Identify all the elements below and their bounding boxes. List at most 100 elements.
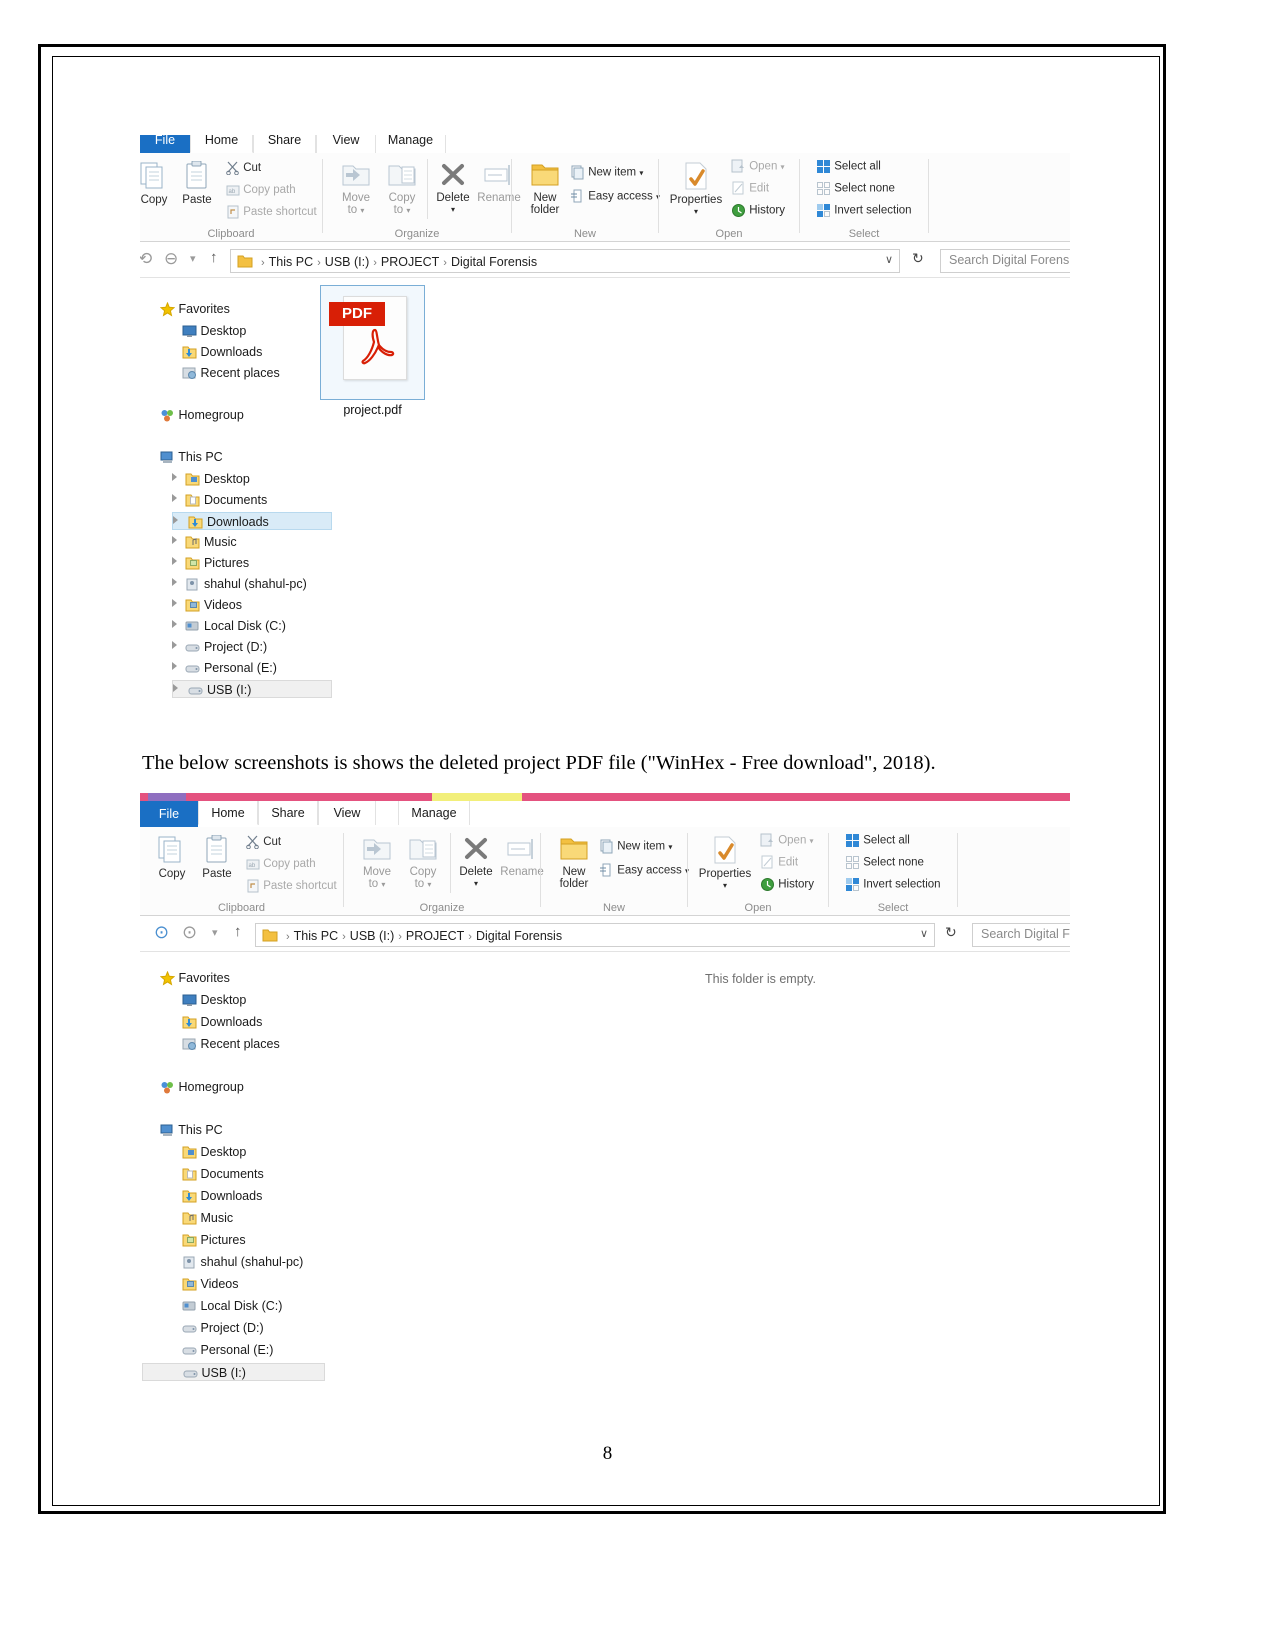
invert-selection-button[interactable]: Invert selection: [816, 203, 912, 218]
tab-share[interactable]: Share: [258, 801, 318, 825]
easy-access-button[interactable]: Easy access ▾: [599, 863, 689, 879]
navpane-homegroup[interactable]: Homegroup: [160, 406, 244, 424]
delete-button[interactable]: Delete ▾: [454, 835, 498, 890]
paste-button[interactable]: Paste: [174, 160, 220, 206]
copy-to-button[interactable]: Copy to ▾: [400, 835, 446, 891]
new-folder-button[interactable]: New folder: [522, 161, 568, 216]
copy-path-button[interactable]: ab Copy path: [246, 857, 316, 871]
tab-home[interactable]: Home: [190, 135, 253, 153]
move-to-button[interactable]: Move to ▾: [354, 835, 400, 891]
new-item-dropdown-icon[interactable]: ▾: [668, 843, 672, 852]
navpane-music[interactable]: Music: [172, 533, 237, 551]
open-dropdown-icon[interactable]: ▾: [781, 163, 785, 172]
history-button[interactable]: History: [760, 877, 814, 892]
navpane-favorites-downloads[interactable]: Downloads: [182, 343, 262, 361]
navpane-homegroup[interactable]: Homegroup: [160, 1078, 244, 1096]
navpane-usb-i[interactable]: USB (I:): [172, 680, 332, 698]
breadcrumb-item-2[interactable]: PROJECT: [381, 255, 439, 269]
navpane-shahul[interactable]: shahul (shahul-pc): [182, 1253, 303, 1271]
breadcrumb-item-1[interactable]: USB (I:): [325, 255, 369, 269]
properties-dropdown-icon[interactable]: ▾: [665, 206, 727, 218]
invert-selection-button[interactable]: Invert selection: [845, 877, 941, 892]
navpane-this-pc[interactable]: This PC: [160, 448, 223, 466]
breadcrumb-bar[interactable]: › This PC › USB (I:) › PROJECT › Digital Forens…: [255, 923, 935, 947]
paste-shortcut-button[interactable]: Paste shortcut: [226, 205, 317, 219]
up-arrow-icon[interactable]: ↑: [210, 249, 218, 266]
select-all-button[interactable]: Select all: [845, 833, 910, 848]
chevron-right-icon[interactable]: [172, 473, 177, 481]
search-input-bottom[interactable]: Search Digital Fo: [972, 923, 1070, 947]
navpane-pictures[interactable]: Pictures: [182, 1231, 246, 1249]
forward-arrow-icon[interactable]: ⊖: [164, 249, 178, 269]
navpane-project-d[interactable]: Project (D:): [172, 638, 267, 656]
navpane-downloads-selected[interactable]: Downloads: [172, 512, 332, 530]
open-button[interactable]: Open ▾: [731, 159, 785, 175]
delete-button[interactable]: Delete ▾: [431, 161, 475, 216]
delete-dropdown-icon[interactable]: ▾: [431, 204, 475, 216]
history-button[interactable]: History: [731, 203, 785, 218]
tab-manage[interactable]: Manage: [376, 135, 446, 153]
chevron-right-icon[interactable]: [172, 578, 177, 586]
breadcrumb-item-3[interactable]: Digital Forensis: [451, 255, 537, 269]
copy-to-button[interactable]: Copy to ▾: [379, 161, 425, 217]
chevron-right-icon[interactable]: [172, 641, 177, 649]
navpane-personal-e[interactable]: Personal (E:): [172, 659, 277, 677]
chevron-right-icon[interactable]: [172, 536, 177, 544]
breadcrumb-item-0[interactable]: This PC: [269, 255, 313, 269]
refresh-icon[interactable]: ↻: [912, 250, 924, 267]
open-button[interactable]: Open ▾: [760, 833, 814, 849]
copy-path-button[interactable]: ab Copy path: [226, 183, 296, 197]
chevron-down-icon[interactable]: ∨: [885, 253, 893, 266]
up-arrow-icon[interactable]: ↑: [234, 923, 242, 940]
chevron-right-icon[interactable]: [172, 494, 177, 502]
cut-button[interactable]: Cut: [246, 835, 281, 849]
navpane-favorites-recent-places[interactable]: Recent places: [182, 1035, 280, 1053]
tab-view[interactable]: View: [318, 801, 376, 825]
edit-button[interactable]: Edit: [731, 181, 769, 196]
refresh-icon[interactable]: ↻: [945, 924, 957, 941]
breadcrumb[interactable]: › This PC › USB (I:) › PROJECT › Digital Forens…: [257, 252, 537, 273]
chevron-right-icon[interactable]: [172, 662, 177, 670]
select-none-button[interactable]: Select none: [845, 855, 924, 870]
new-item-button[interactable]: New item ▾: [570, 165, 643, 181]
delete-dropdown-icon[interactable]: ▾: [454, 878, 498, 890]
navpane-usb-i-selected[interactable]: USB (I:): [142, 1363, 325, 1381]
navpane-desktop[interactable]: Desktop: [172, 470, 250, 488]
navpane-personal-e[interactable]: Personal (E:): [182, 1341, 273, 1359]
recent-locations-icon[interactable]: ▾: [212, 926, 218, 939]
breadcrumb-item-3[interactable]: Digital Forensis: [476, 929, 562, 943]
easy-access-button[interactable]: Easy access ▾: [570, 189, 660, 205]
recent-locations-icon[interactable]: ▾: [190, 252, 196, 265]
properties-dropdown-icon[interactable]: ▾: [694, 880, 756, 892]
navpane-favorites-recent-places[interactable]: Recent places: [182, 364, 280, 382]
navpane-documents[interactable]: Documents: [182, 1165, 264, 1183]
navpane-local-disk-c[interactable]: Local Disk (C:): [182, 1297, 282, 1315]
file-tile-project-pdf[interactable]: PDF: [320, 285, 425, 400]
back-arrow-icon[interactable]: ⟲: [140, 249, 152, 269]
tab-manage[interactable]: Manage: [398, 801, 470, 825]
chevron-right-icon[interactable]: [172, 557, 177, 565]
new-item-button[interactable]: New item ▾: [599, 839, 672, 855]
copy-button[interactable]: Copy: [150, 835, 194, 880]
navpane-favorites[interactable]: Favorites: [160, 300, 230, 318]
navpane-music[interactable]: Music: [182, 1209, 233, 1227]
cut-button[interactable]: Cut: [226, 161, 261, 175]
search-input-top[interactable]: Search Digital Forensis: [940, 249, 1070, 273]
navpane-project-d[interactable]: Project (D:): [182, 1319, 264, 1337]
breadcrumb-item-0[interactable]: This PC: [294, 929, 338, 943]
open-dropdown-icon[interactable]: ▾: [810, 837, 814, 846]
tab-file[interactable]: File: [140, 801, 198, 827]
breadcrumb[interactable]: › This PC › USB (I:) › PROJECT › Digital Forens…: [282, 926, 562, 947]
navpane-local-disk-c[interactable]: Local Disk (C:): [172, 617, 286, 635]
breadcrumb-bar[interactable]: › This PC › USB (I:) › PROJECT › Digital Forens…: [230, 249, 900, 273]
select-all-button[interactable]: Select all: [816, 159, 881, 174]
properties-button[interactable]: Properties ▾: [665, 161, 727, 218]
navpane-favorites-desktop[interactable]: Desktop: [182, 991, 246, 1009]
forward-arrow-icon[interactable]: ⊙: [182, 922, 197, 943]
properties-button[interactable]: Properties ▾: [694, 835, 756, 892]
paste-shortcut-button[interactable]: Paste shortcut: [246, 879, 337, 893]
copy-button[interactable]: Copy: [140, 161, 176, 206]
navpane-favorites-desktop[interactable]: Desktop: [182, 322, 246, 340]
tab-view[interactable]: View: [316, 135, 376, 153]
chevron-down-icon[interactable]: ∨: [920, 927, 928, 940]
